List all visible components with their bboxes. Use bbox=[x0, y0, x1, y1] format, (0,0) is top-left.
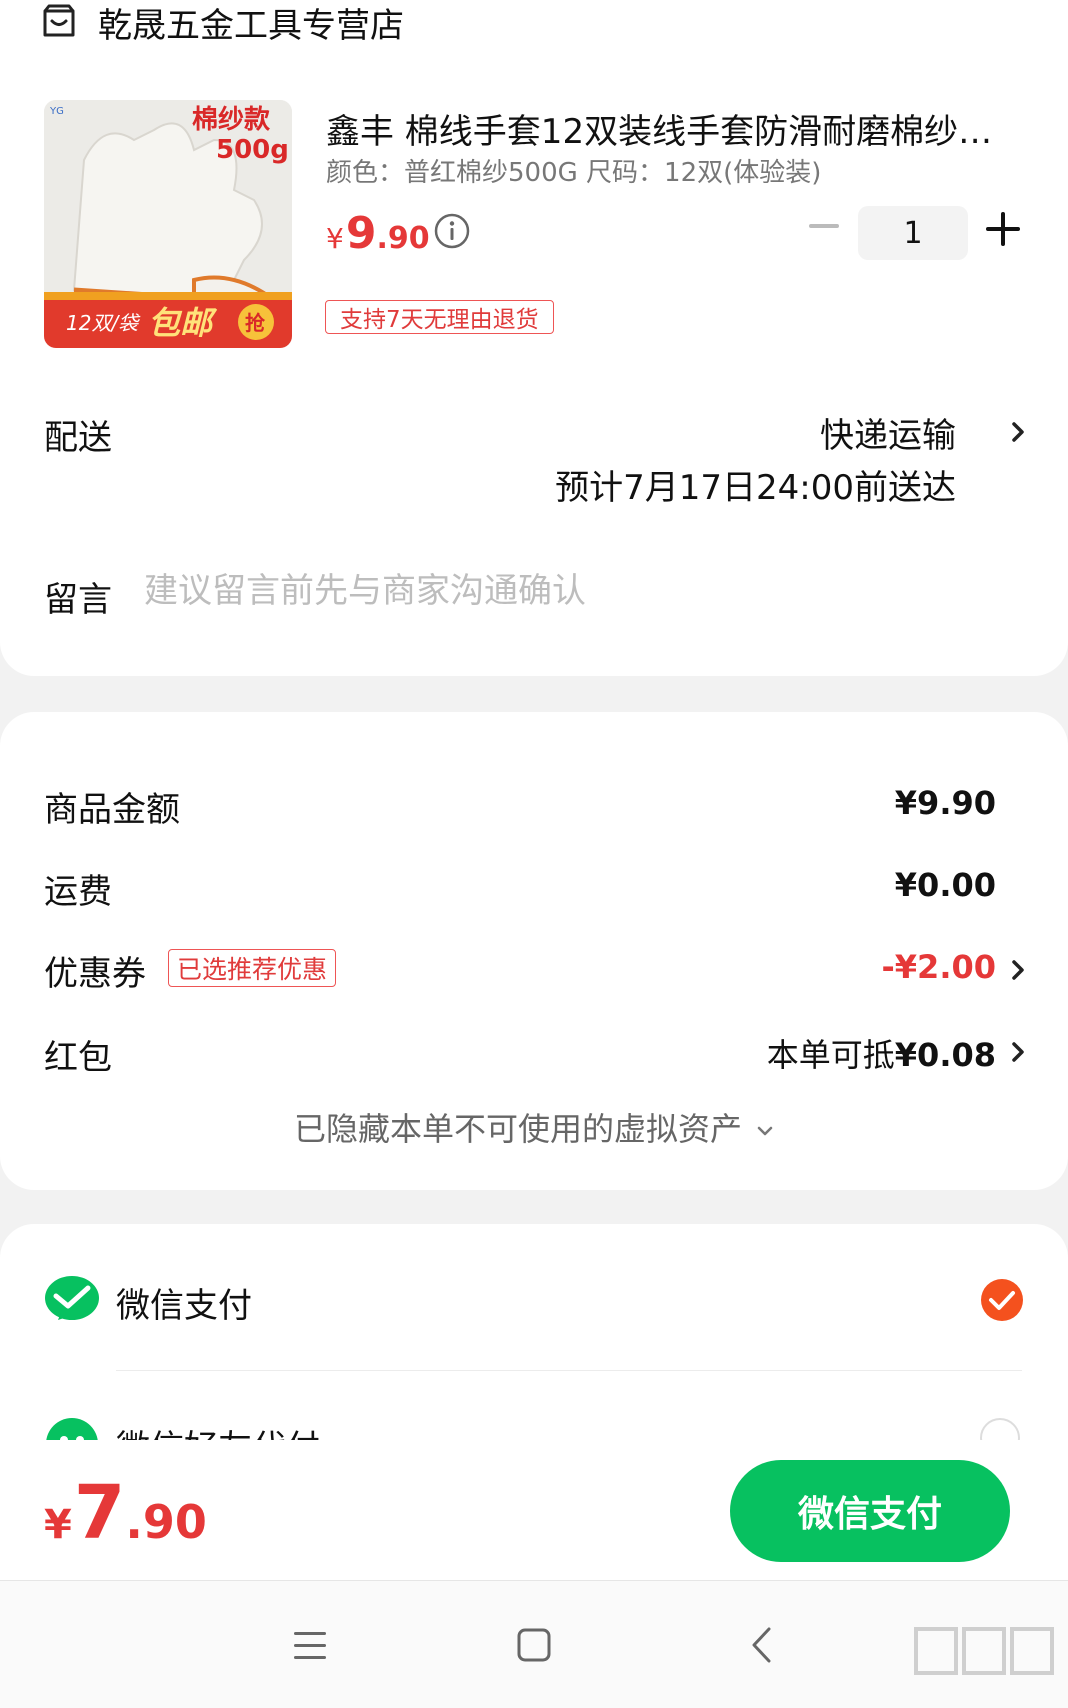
badge-cotton: 棉纱款 bbox=[192, 105, 271, 135]
product-image[interactable]: YG 棉纱款 500g 12双/袋 包邮 抢 bbox=[44, 100, 292, 348]
wechat-pay-label: 微信支付 bbox=[116, 1286, 252, 1326]
checkout-bar: ¥ 7 .90 微信支付 bbox=[0, 1440, 1068, 1581]
badge-free-shipping: 包邮 bbox=[148, 304, 218, 342]
quantity-decrease-button[interactable] bbox=[806, 206, 842, 246]
product-spec[interactable]: 颜色：普红棉纱500G 尺码：12双(体验装) bbox=[326, 152, 821, 189]
store-icon bbox=[43, 4, 75, 37]
return-policy-tag: 支持7天无理由退货 bbox=[325, 300, 554, 334]
wechat-pay-icon bbox=[45, 1276, 99, 1320]
glove-illustration: YG 棉纱款 500g 12双/袋 包邮 抢 bbox=[44, 100, 292, 348]
chevron-right-icon[interactable] bbox=[1010, 418, 1026, 446]
red-packet-value[interactable]: 本单可抵¥0.08 bbox=[767, 1030, 996, 1076]
coupon-value[interactable]: -¥2.00 bbox=[882, 948, 997, 986]
badge-count: 12双/袋 bbox=[66, 311, 141, 335]
price-integer: 9 bbox=[345, 208, 377, 259]
goods-amount-label: 商品金额 bbox=[44, 790, 180, 830]
chevron-down-icon bbox=[757, 1126, 773, 1136]
product-title[interactable]: 鑫丰 棉线手套12双装线手套防滑耐磨棉纱… bbox=[326, 104, 1026, 153]
store-header[interactable]: 乾晟五金工具专营店 bbox=[40, 0, 404, 46]
message-label: 留言 bbox=[44, 580, 112, 620]
pay-button[interactable]: 微信支付 bbox=[730, 1460, 1010, 1562]
badge-grab: 抢 bbox=[245, 311, 266, 335]
badge-weight: 500g bbox=[216, 135, 289, 165]
red-packet-amount: ¥0.08 bbox=[894, 1036, 996, 1074]
chevron-right-icon[interactable] bbox=[1010, 1038, 1026, 1066]
system-nav-bar bbox=[0, 1581, 1068, 1708]
coupon-label: 优惠券 bbox=[44, 954, 146, 994]
product-price: ¥ 9 .90 bbox=[326, 208, 430, 259]
message-input[interactable] bbox=[144, 566, 1004, 616]
red-packet-label: 红包 bbox=[44, 1038, 112, 1078]
quantity-increase-button[interactable] bbox=[986, 212, 1020, 246]
total-decimal: .90 bbox=[125, 1495, 207, 1549]
hidden-assets-label: 已隐藏本单不可使用的虚拟资产 bbox=[293, 1110, 742, 1148]
watermark-logo bbox=[914, 1627, 1054, 1675]
store-name: 乾晟五金工具专营店 bbox=[98, 5, 404, 46]
back-icon[interactable] bbox=[748, 1625, 774, 1665]
delivery-eta: 预计7月17日24:00前送达 bbox=[555, 468, 956, 508]
home-icon[interactable] bbox=[516, 1627, 552, 1663]
check-icon[interactable] bbox=[980, 1278, 1024, 1322]
divider bbox=[116, 1370, 1022, 1371]
menu-icon[interactable] bbox=[292, 1629, 328, 1663]
minus-icon bbox=[809, 224, 839, 228]
red-packet-prefix: 本单可抵 bbox=[766, 1036, 895, 1074]
price-symbol: ¥ bbox=[326, 222, 344, 255]
total-price: ¥ 7 .90 bbox=[44, 1470, 207, 1556]
shipping-fee-value: ¥0.00 bbox=[894, 866, 996, 904]
svg-text:YG: YG bbox=[49, 106, 64, 117]
hidden-assets-toggle[interactable]: 已隐藏本单不可使用的虚拟资产 bbox=[0, 1104, 1068, 1150]
coupon-tag: 已选推荐优惠 bbox=[168, 949, 337, 987]
goods-amount-value: ¥9.90 bbox=[894, 784, 996, 822]
total-symbol: ¥ bbox=[44, 1502, 72, 1548]
chevron-right-icon[interactable] bbox=[1010, 956, 1026, 984]
delivery-method[interactable]: 快递运输 bbox=[820, 408, 956, 457]
total-integer: 7 bbox=[73, 1470, 126, 1556]
delivery-label: 配送 bbox=[44, 418, 112, 458]
shipping-fee-label: 运费 bbox=[44, 872, 112, 912]
info-icon[interactable] bbox=[434, 213, 470, 249]
price-decimal: .90 bbox=[376, 221, 430, 256]
payment-option-wechat[interactable]: 微信支付 bbox=[0, 1262, 1068, 1342]
quantity-input[interactable]: 1 bbox=[858, 206, 968, 260]
